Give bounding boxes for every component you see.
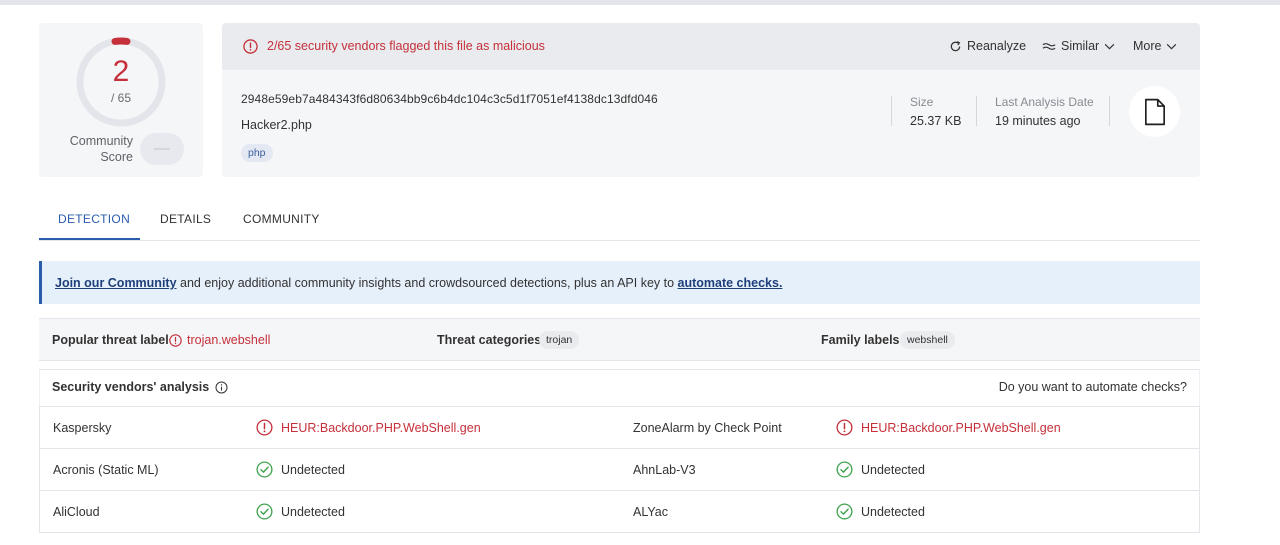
community-score-toggle[interactable] (140, 133, 184, 165)
automate-checks-link[interactable]: automate checks. (678, 276, 783, 290)
vendor-name: AliCloud (53, 505, 100, 519)
tabs-divider (39, 240, 1200, 241)
vendor-name: ZoneAlarm by Check Point (633, 421, 782, 435)
vendor-result: Undetected (836, 461, 925, 478)
reanalyze-button[interactable]: Reanalyze (949, 39, 1026, 53)
tab-community[interactable]: COMMUNITY (243, 212, 320, 226)
vendor-result-text: Undetected (281, 504, 345, 519)
vendor-result-text: HEUR:Backdoor.PHP.WebShell.gen (861, 420, 1061, 435)
vendor-result-text: Undetected (861, 504, 925, 519)
vendor-row: Acronis (Static ML) Undetected AhnLab-V3 Un… (40, 449, 1199, 491)
top-edge-bar (0, 0, 1280, 5)
alert-circle-icon (836, 419, 853, 436)
automate-checks-prompt[interactable]: Do you want to automate checks? (999, 380, 1187, 394)
check-circle-icon (836, 503, 853, 520)
vendor-results-table: Kaspersky HEUR:Backdoor.PHP.WebShell.gen Z… (39, 406, 1200, 533)
last-analysis-label: Last Analysis Date (995, 95, 1094, 109)
similar-icon (1042, 42, 1056, 50)
more-dropdown[interactable]: More (1133, 39, 1177, 53)
file-name: Hacker2.php (241, 118, 312, 132)
file-hash[interactable]: 2948e59eb7a484343f6d80634bb9c6b4dc104c3c… (241, 92, 658, 106)
vendor-result-text: HEUR:Backdoor.PHP.WebShell.gen (281, 420, 481, 435)
vendor-result: Undetected (256, 461, 345, 478)
vendor-name: Acronis (Static ML) (53, 463, 159, 477)
detection-count: 2 (112, 55, 130, 88)
vendor-name: AhnLab-V3 (633, 463, 696, 477)
threat-summary-row: Popular threat label trojan.webshell Thr… (39, 318, 1200, 361)
popular-threat-label: Popular threat label (52, 333, 169, 347)
info-icon[interactable] (215, 380, 228, 394)
banner-text: Join our Community and enjoy additional … (55, 276, 782, 290)
vendors-header: Security vendors' analysis Do you want t… (39, 369, 1200, 406)
alert-text: 2/65 security vendors flagged this file … (267, 39, 545, 53)
vendor-result: Undetected (256, 503, 345, 520)
score-card: 2 / 65 Community Score (39, 23, 203, 177)
tab-details[interactable]: DETAILS (160, 212, 211, 226)
alert-circle-icon (256, 419, 273, 436)
vendor-result: HEUR:Backdoor.PHP.WebShell.gen (836, 419, 1061, 436)
family-labels-label: Family labels (821, 333, 900, 347)
vendor-row: AliCloud Undetected ALYac Undetected (40, 491, 1199, 533)
check-circle-icon (836, 461, 853, 478)
popular-threat-text: trojan.webshell (187, 333, 271, 347)
community-score-label: Community Score (69, 134, 133, 164)
file-type-tag[interactable]: php (241, 144, 273, 162)
vendor-result-text: Undetected (281, 462, 345, 477)
vendor-name: ALYac (633, 505, 668, 519)
vendor-result-text: Undetected (861, 462, 925, 477)
vendor-result: Undetected (836, 503, 925, 520)
meta-divider (891, 96, 892, 126)
chevron-down-icon (1104, 43, 1115, 49)
refresh-icon (950, 40, 961, 51)
vendors-title: Security vendors' analysis (52, 380, 228, 394)
family-label-chip[interactable]: webshell (900, 331, 955, 349)
join-community-link[interactable]: Join our Community (55, 276, 177, 290)
alert-circle-icon (169, 333, 182, 347)
similar-label: Similar (1061, 39, 1100, 53)
banner-middle-text: and enjoy additional community insights … (176, 276, 678, 290)
last-analysis-value: 19 minutes ago (995, 114, 1081, 128)
community-banner: Join our Community and enjoy additional … (39, 261, 1200, 304)
chevron-down-icon (1167, 43, 1177, 49)
size-value: 25.37 KB (910, 114, 962, 128)
threat-category-chip[interactable]: trojan (539, 331, 580, 349)
reanalyze-label: Reanalyze (967, 39, 1027, 53)
vendor-row: Kaspersky HEUR:Backdoor.PHP.WebShell.gen Z… (40, 407, 1199, 449)
tab-detection[interactable]: DETECTION (58, 212, 130, 226)
size-label: Size (910, 95, 934, 109)
file-icon (1144, 98, 1165, 125)
detection-total: / 65 (110, 91, 131, 105)
check-circle-icon (256, 461, 273, 478)
check-circle-icon (256, 503, 273, 520)
similar-dropdown[interactable]: Similar (1042, 39, 1115, 53)
vendor-result: HEUR:Backdoor.PHP.WebShell.gen (256, 419, 481, 436)
threat-categories-label: Threat categories (437, 333, 542, 347)
popular-threat-value[interactable]: trojan.webshell (169, 333, 270, 347)
vendor-name: Kaspersky (53, 421, 112, 435)
meta-divider (976, 96, 977, 126)
meta-divider (1109, 96, 1110, 126)
malicious-alert-bar: 2/65 security vendors flagged this file … (222, 23, 1200, 70)
file-type-badge (1129, 86, 1180, 137)
more-label: More (1133, 39, 1162, 53)
alert-circle-icon (243, 39, 258, 54)
file-summary-card: 2/65 security vendors flagged this file … (222, 23, 1200, 177)
